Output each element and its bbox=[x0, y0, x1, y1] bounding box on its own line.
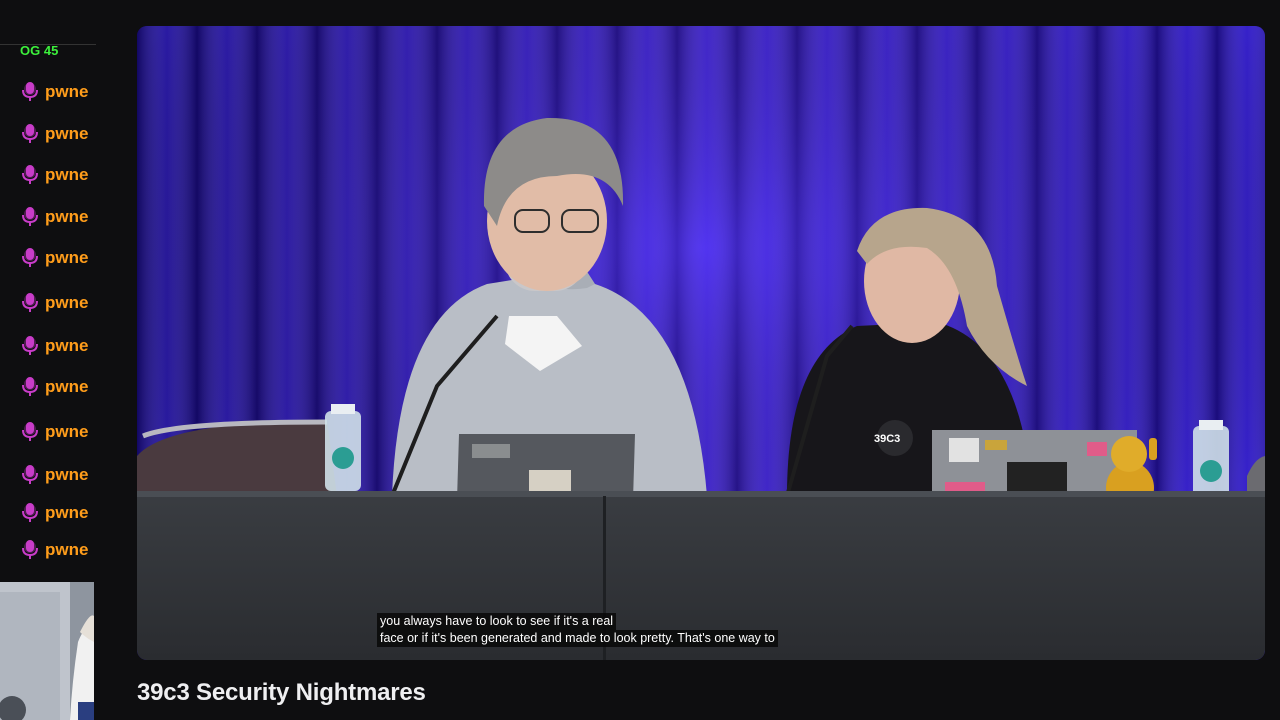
chat-username[interactable]: pwne bbox=[45, 248, 96, 268]
stream-title: 39c3 Security Nightmares bbox=[137, 679, 426, 706]
microphone-icon bbox=[20, 82, 40, 102]
microphone-icon bbox=[20, 207, 40, 227]
chat-message: pwne bbox=[20, 420, 96, 444]
chat-message: pwne bbox=[20, 501, 96, 525]
chat-message: pwne bbox=[20, 291, 96, 315]
chat-cutoff-message: OG 45 bbox=[20, 44, 59, 58]
microphone-icon bbox=[20, 503, 40, 523]
chat-username[interactable]: pwne bbox=[45, 207, 96, 227]
microphone-icon bbox=[20, 465, 40, 485]
subtitle-overlay: you always have to look to see if it's a… bbox=[377, 613, 778, 647]
microphone-icon bbox=[20, 165, 40, 185]
chat-username[interactable]: pwne bbox=[45, 503, 96, 523]
chat-message: pwne bbox=[20, 205, 96, 229]
chat-message: pwne bbox=[20, 375, 96, 399]
chat-message: pwne bbox=[20, 122, 96, 146]
chat-panel: OG 45 pwne pwne pwne pwne pwne pwne pwne pwne pw… bbox=[0, 0, 96, 580]
chat-username[interactable]: pwne bbox=[45, 293, 96, 313]
chat-message: pwne bbox=[20, 463, 96, 487]
subtitle-line-2: face or if it's been generated and made … bbox=[377, 630, 778, 647]
chat-username[interactable]: pwne bbox=[45, 336, 96, 356]
chat-username[interactable]: pwne bbox=[45, 540, 96, 560]
chat-message: pwne bbox=[20, 80, 96, 104]
video-player[interactable]: 39C3 bbox=[137, 26, 1265, 660]
chat-message: pwne bbox=[20, 538, 96, 562]
svg-text:39C3: 39C3 bbox=[874, 433, 900, 445]
chat-username[interactable]: pwne bbox=[45, 165, 96, 185]
microphone-icon bbox=[20, 248, 40, 268]
chat-message: pwne bbox=[20, 246, 96, 270]
microphone-icon bbox=[20, 293, 40, 313]
chat-username[interactable]: pwne bbox=[45, 465, 96, 485]
video-frame: 39C3 bbox=[137, 26, 1265, 660]
chat-username[interactable]: pwne bbox=[45, 422, 96, 442]
chat-message: pwne bbox=[20, 334, 96, 358]
chat-message: pwne bbox=[20, 163, 96, 187]
microphone-icon bbox=[20, 336, 40, 356]
webcam-thumbnail bbox=[0, 582, 94, 720]
chat-username[interactable]: pwne bbox=[45, 377, 96, 397]
microphone-icon bbox=[20, 377, 40, 397]
chat-username[interactable]: pwne bbox=[45, 124, 96, 144]
microphone-icon bbox=[20, 540, 40, 560]
microphone-icon bbox=[20, 124, 40, 144]
microphone-icon bbox=[20, 422, 40, 442]
chat-username[interactable]: pwne bbox=[45, 82, 96, 102]
subtitle-line-1: you always have to look to see if it's a… bbox=[377, 613, 617, 630]
